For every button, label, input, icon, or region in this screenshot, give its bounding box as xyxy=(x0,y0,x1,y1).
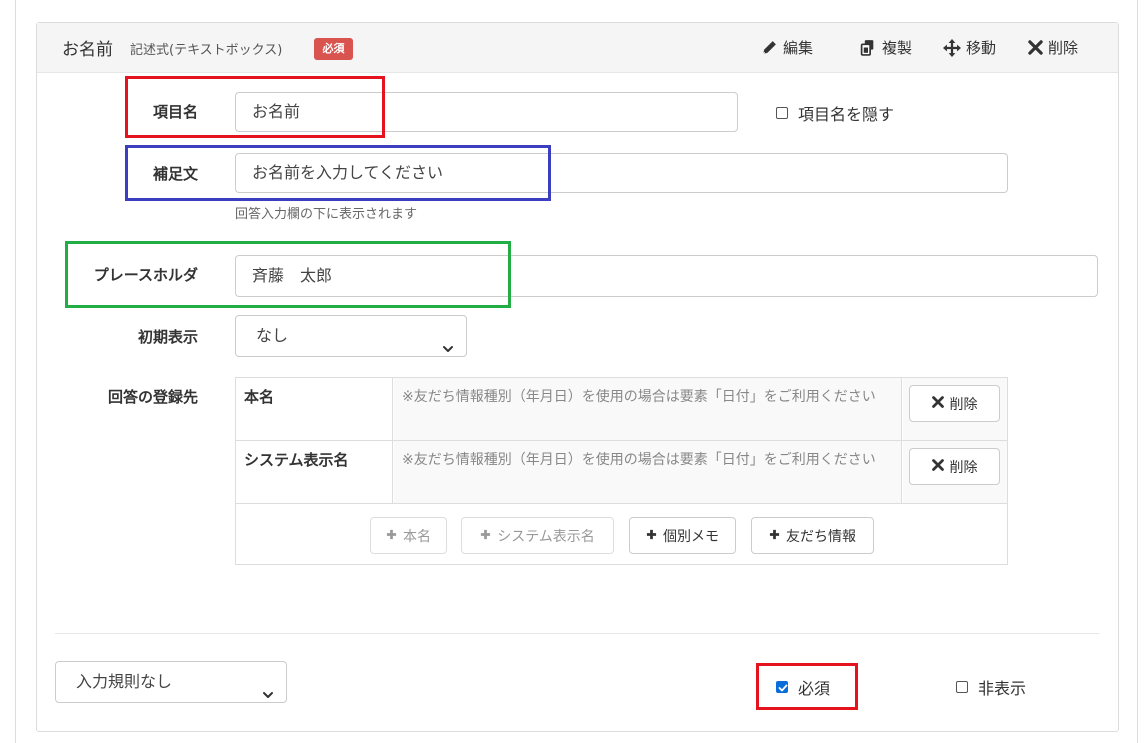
plus-icon xyxy=(769,528,780,544)
destination-row: システム表示名 ※友だち情報種別（年月日）を使用の場合は要素「日付」をご利用くだ… xyxy=(236,441,1007,504)
plus-icon xyxy=(480,528,491,544)
hidden-checkbox[interactable]: 非表示 xyxy=(956,675,1026,699)
plus-icon xyxy=(646,528,657,544)
page-right-border xyxy=(1137,0,1138,743)
add-memo-label: 個別メモ xyxy=(663,528,719,545)
destination-label: 回答の登録先 xyxy=(107,388,198,406)
supplement-help: 回答入力欄の下に表示されます xyxy=(235,207,418,222)
duplicate-button[interactable]: 複製 xyxy=(859,37,912,58)
validation-value: 入力規則なし xyxy=(76,672,173,691)
placeholder-label: プレースホルダ xyxy=(93,266,198,284)
destination-row: 本名 ※友だち情報種別（年月日）を使用の場合は要素「日付」をご利用ください 削除 xyxy=(236,378,1007,441)
move-button[interactable]: 移動 xyxy=(943,37,996,58)
delete-label: 削除 xyxy=(1048,39,1079,57)
initial-display-select[interactable]: なし xyxy=(235,315,467,357)
supplement-label: 補足文 xyxy=(152,165,198,183)
item-type: 記述式(テキストボックス) xyxy=(130,43,283,58)
initial-display-label: 初期表示 xyxy=(137,328,198,346)
add-system-name-button[interactable]: システム表示名 xyxy=(461,517,614,554)
card-header: お名前 記述式(テキストボックス) 必須 編集 複製 移動 削除 xyxy=(37,23,1118,73)
duplicate-icon xyxy=(859,39,877,56)
destination-name: システム表示名 xyxy=(236,441,393,503)
destination-note: ※友だち情報種別（年月日）を使用の場合は要素「日付」をご利用ください xyxy=(394,441,902,503)
add-system-name-label: システム表示名 xyxy=(497,528,595,545)
add-real-name-button[interactable]: 本名 xyxy=(370,517,447,554)
hidden-box[interactable] xyxy=(956,681,968,693)
remove-destination-button[interactable]: 削除 xyxy=(909,385,1000,422)
chevron-down-icon xyxy=(442,330,454,370)
destination-actions: 削除 xyxy=(903,378,1007,440)
destination-note: ※友だち情報種別（年月日）を使用の場合は要素「日付」をご利用ください xyxy=(394,378,902,440)
add-memo-button[interactable]: 個別メモ xyxy=(629,517,736,554)
move-icon xyxy=(943,38,961,57)
remove-label: 削除 xyxy=(949,396,978,413)
hide-item-name-checkbox[interactable]: 項目名を隠す xyxy=(776,101,894,125)
hide-item-name-box[interactable] xyxy=(776,107,788,119)
supplement-input[interactable]: お名前を入力してください xyxy=(235,153,1008,193)
required-label: 必須 xyxy=(798,679,831,698)
footer-divider xyxy=(55,633,1099,634)
required-box[interactable] xyxy=(776,681,788,693)
placeholder-input[interactable]: 斉藤 太郎 xyxy=(235,255,1098,297)
item-name-label: 項目名 xyxy=(152,103,198,121)
edit-button[interactable]: 編集 xyxy=(761,37,813,58)
move-label: 移動 xyxy=(966,39,997,57)
close-icon xyxy=(1028,40,1043,55)
add-friend-info-label: 友だち情報 xyxy=(786,528,856,545)
required-checkbox[interactable]: 必須 xyxy=(776,675,830,699)
item-title: お名前 xyxy=(62,40,113,60)
remove-label: 削除 xyxy=(949,459,978,476)
delete-button[interactable]: 削除 xyxy=(1028,37,1078,58)
hidden-label: 非表示 xyxy=(978,679,1027,698)
remove-destination-button[interactable]: 削除 xyxy=(909,448,1000,485)
hide-item-name-label: 項目名を隠す xyxy=(798,105,895,124)
close-icon xyxy=(931,395,944,412)
required-badge: 必須 xyxy=(314,38,353,60)
add-real-name-label: 本名 xyxy=(403,528,431,545)
chevron-down-icon xyxy=(262,676,274,716)
destination-name: 本名 xyxy=(236,378,393,440)
item-name-input[interactable]: お名前 xyxy=(235,92,738,132)
validation-select[interactable]: 入力規則なし xyxy=(55,661,287,703)
initial-display-value: なし xyxy=(256,326,289,345)
add-friend-info-button[interactable]: 友だち情報 xyxy=(751,517,874,554)
duplicate-label: 複製 xyxy=(882,39,913,57)
destination-actions: 削除 xyxy=(903,441,1007,503)
edit-label: 編集 xyxy=(783,39,814,57)
close-icon xyxy=(931,458,944,475)
page-left-border xyxy=(15,0,16,743)
plus-icon xyxy=(386,528,397,544)
destination-table: 本名 ※友だち情報種別（年月日）を使用の場合は要素「日付」をご利用ください 削除… xyxy=(235,377,1008,565)
pencil-icon xyxy=(761,39,778,56)
